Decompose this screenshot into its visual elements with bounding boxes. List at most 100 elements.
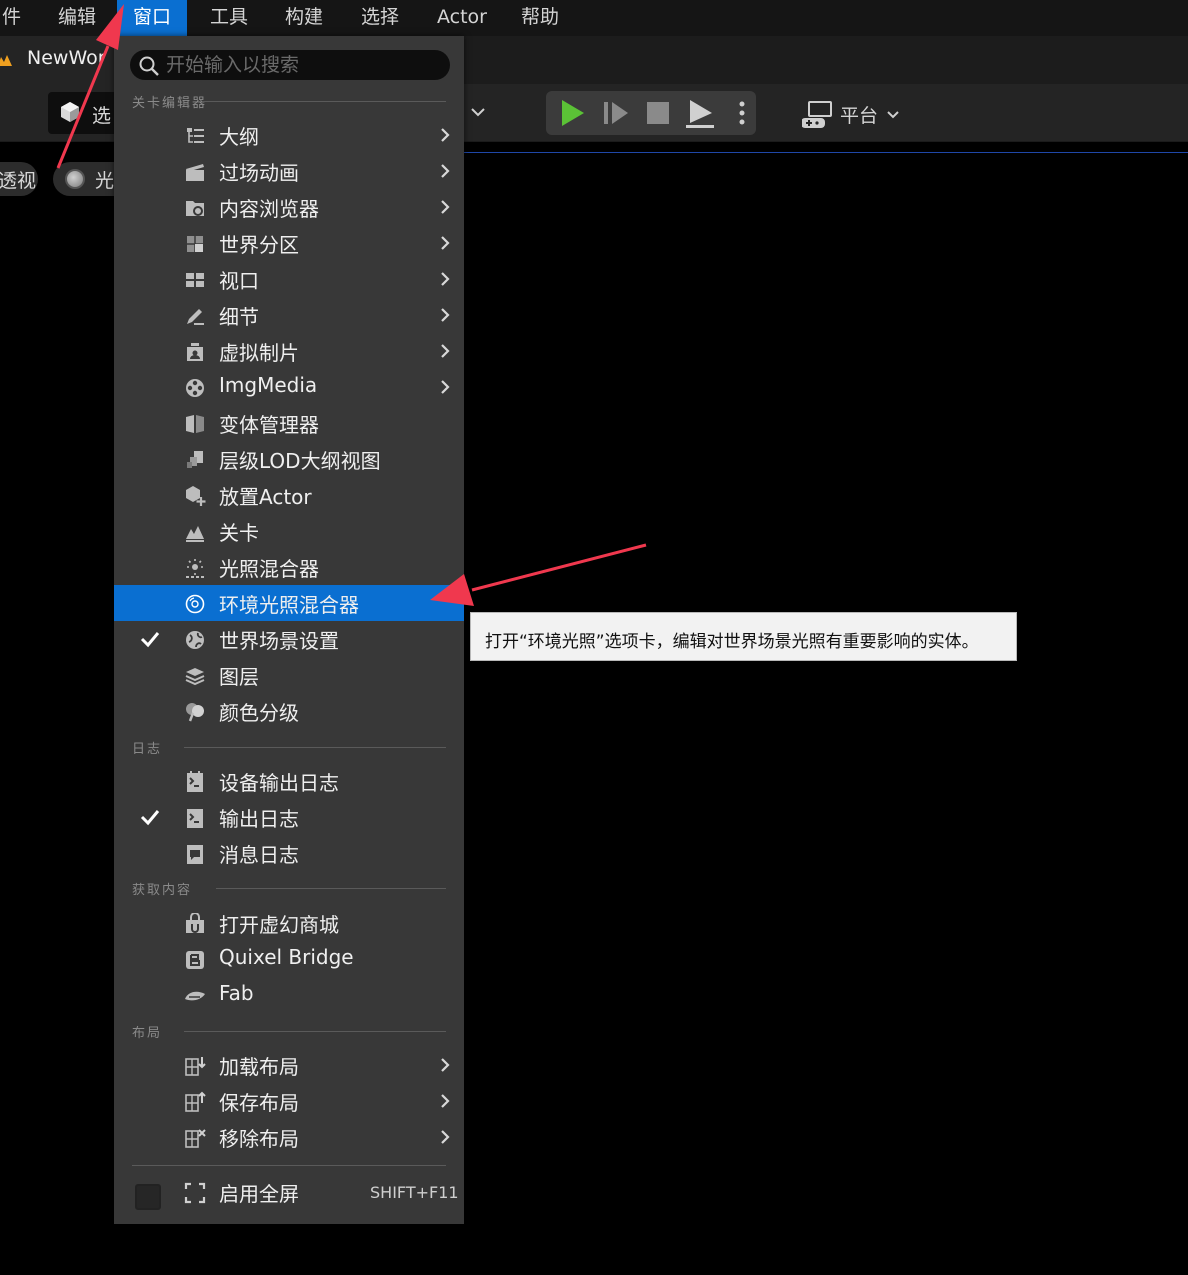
checkmark-icon [140, 632, 160, 648]
platform-label: 平台 [840, 105, 879, 127]
chevron-right-icon [441, 164, 450, 178]
menu-item-save-layout[interactable]: 保存布局 [114, 1083, 464, 1119]
menu-item-label: 颜色分级 [219, 701, 299, 725]
menu-item-remove-layout[interactable]: 移除布局 [114, 1119, 464, 1155]
menu-item-label: 变体管理器 [219, 413, 319, 437]
menu-item-label: 世界分区 [219, 233, 299, 257]
section-get-content: 获取内容 [132, 879, 446, 899]
menu-item-label: 加载布局 [219, 1055, 299, 1079]
menu-item-outliner[interactable]: 大纲 [114, 117, 464, 153]
menu-item-output-log[interactable]: 输出日志 [114, 799, 464, 835]
menu-item-world-partition[interactable]: 世界分区 [114, 225, 464, 261]
cinematics-icon [186, 164, 204, 181]
chevron-right-icon [441, 1058, 450, 1072]
menu-tools[interactable]: 工具 [210, 0, 248, 36]
menu-item-fab[interactable]: Fab [114, 977, 464, 1013]
levels-icon [186, 526, 204, 542]
section-layout-label: 布局 [132, 1026, 163, 1041]
menu-item-label: 设备输出日志 [219, 771, 339, 795]
content-browser-icon [186, 201, 204, 216]
menu-item-label: 视口 [219, 269, 259, 293]
menu-item-label: 放置Actor [219, 485, 312, 509]
menu-item-virtual-production[interactable]: 虚拟制片 [114, 333, 464, 369]
menu-item-levels[interactable]: 关卡 [114, 513, 464, 549]
chevron-down-icon[interactable] [470, 104, 486, 120]
menu-item-place-actor[interactable]: 放置Actor [114, 477, 464, 513]
checkmark-icon [140, 810, 160, 826]
menu-actor[interactable]: Actor [437, 0, 487, 36]
menu-item-env-light-mixer[interactable]: 环境光照混合器 [114, 585, 464, 621]
menu-item-label: 消息日志 [219, 843, 299, 867]
search-icon [139, 56, 159, 76]
menu-item-bridge[interactable]: Quixel Bridge [114, 941, 464, 977]
menu-item-details[interactable]: 细节 [114, 297, 464, 333]
menu-item-load-layout[interactable]: 加载布局 [114, 1047, 464, 1083]
menu-item-label: ImgMedia [219, 373, 318, 397]
eject-icon[interactable] [684, 97, 716, 129]
chevron-right-icon [441, 308, 450, 322]
menu-help[interactable]: 帮助 [521, 0, 559, 36]
menu-item-content-browser[interactable]: 内容浏览器 [114, 189, 464, 225]
output-log-icon [187, 809, 203, 828]
chevron-down-icon [887, 111, 899, 119]
menu-item-message-log[interactable]: 消息日志 [114, 835, 464, 871]
menu-item-world-settings[interactable]: 世界场景设置 [114, 621, 464, 657]
perspective-button[interactable]: 透视 [0, 162, 38, 196]
menu-item-variant-manager[interactable]: 变体管理器 [114, 405, 464, 441]
menu-item-hlod[interactable]: 层级LOD大纲视图 [114, 441, 464, 477]
menu-item-label: Quixel Bridge [219, 945, 354, 969]
virtual-production-icon [187, 343, 203, 361]
cube-icon [61, 102, 79, 122]
menu-item-label: 保存布局 [219, 1091, 299, 1115]
menu-item-marketplace[interactable]: 打开虚幻商城 [114, 905, 464, 941]
menu-build[interactable]: 构建 [285, 0, 323, 36]
menu-edit[interactable]: 编辑 [58, 0, 96, 36]
tooltip: 打开“环境光照”选项卡，编辑对世界场景光照有重要影响的实体。 [470, 612, 1017, 661]
menu-item-cinematics[interactable]: 过场动画 [114, 153, 464, 189]
menu-item-color-grading[interactable]: 颜色分级 [114, 693, 464, 729]
stop-icon[interactable] [642, 97, 674, 129]
save-layout-icon [185, 1091, 206, 1112]
fab-icon [185, 991, 205, 1001]
menu-item-light-mixer[interactable]: 光照混合器 [114, 549, 464, 585]
more-options-icon[interactable] [726, 97, 758, 129]
menu-select[interactable]: 选择 [361, 0, 399, 36]
tooltip-text: 打开“环境光照”选项卡，编辑对世界场景光照有重要影响的实体。 [485, 632, 979, 652]
level-tab[interactable]: NewWor [0, 36, 130, 84]
level-tab-title: NewWor [27, 47, 106, 69]
world-partition-icon [187, 236, 203, 252]
fullscreen-checkbox[interactable] [135, 1184, 161, 1210]
lighting-mode-label: 光 [95, 170, 115, 192]
variant-manager-icon [186, 415, 204, 433]
remove-layout-icon [185, 1129, 206, 1148]
play-controls [546, 91, 756, 135]
step-icon[interactable] [600, 97, 632, 129]
chevron-right-icon [441, 344, 450, 358]
chevron-right-icon [441, 200, 450, 214]
menu-item-viewport[interactable]: 视口 [114, 261, 464, 297]
chevron-right-icon [441, 1094, 450, 1108]
menu-item-imgmedia[interactable]: ImgMedia [114, 369, 464, 405]
fullscreen-label: 启用全屏 [219, 1182, 299, 1206]
selection-mode-label: 选 [92, 105, 112, 127]
chevron-right-icon [441, 236, 450, 250]
menu-item-layers[interactable]: 图层 [114, 657, 464, 693]
section-log: 日志 [132, 738, 446, 758]
viewport-border [460, 152, 1188, 153]
color-grading-icon [186, 703, 204, 722]
menu-file[interactable]: 件 [2, 0, 21, 36]
play-icon[interactable] [556, 97, 588, 129]
search-input[interactable] [166, 50, 436, 80]
menu-item-label: 层级LOD大纲视图 [219, 449, 381, 473]
lit-sphere-icon [65, 169, 85, 189]
menu-item-label: 细节 [219, 305, 259, 329]
load-layout-icon [185, 1057, 206, 1076]
fullscreen-item[interactable]: 启用全屏 SHIFT+F11 [114, 1174, 464, 1210]
window-menu: 关卡编辑器 大纲过场动画内容浏览器世界分区视口细节虚拟制片 ImgMedia 变体管… [114, 36, 464, 1224]
menu-item-label: 关卡 [219, 521, 259, 545]
section-layout: 布局 [132, 1022, 446, 1042]
menu-window[interactable]: 窗口 [117, 0, 188, 36]
message-log-icon [187, 845, 203, 864]
menu-item-device-log[interactable]: 设备输出日志 [114, 763, 464, 799]
section-level-editor: 关卡编辑器 [132, 92, 446, 112]
